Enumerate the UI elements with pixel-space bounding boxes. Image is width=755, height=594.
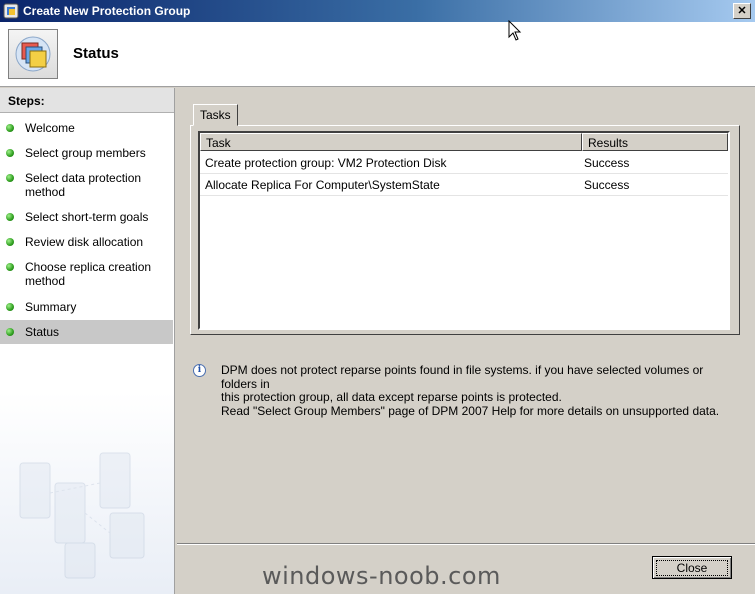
task-cell: Create protection group: VM2 Protection …	[205, 156, 447, 170]
step-choose-replica-creation-method[interactable]: Choose replica creation method	[0, 260, 173, 288]
status-dot-icon	[6, 238, 14, 246]
close-button-label: Close	[655, 559, 729, 576]
table-row[interactable]: Allocate Replica For Computer\SystemStat…	[200, 174, 728, 196]
watermark: windows-noob.com	[262, 562, 501, 590]
servers-illustration-icon	[19, 452, 145, 579]
info-line: this protection group, all data except r…	[221, 390, 562, 404]
step-summary[interactable]: Summary	[0, 300, 173, 314]
step-label: Select group members	[25, 146, 146, 160]
steps-sidebar: Steps: Welcome Select group members Sele…	[0, 88, 175, 594]
window-close-icon[interactable]: ✕	[733, 3, 751, 19]
step-select-group-members[interactable]: Select group members	[0, 146, 173, 160]
protection-group-large-icon	[8, 29, 58, 79]
page-title: Status	[73, 45, 119, 62]
step-label: Select data protection method	[25, 171, 142, 199]
mouse-cursor-icon	[508, 20, 522, 41]
status-dot-icon	[6, 213, 14, 221]
step-welcome[interactable]: Welcome	[0, 121, 173, 135]
step-label: Select short-term goals	[25, 210, 149, 224]
column-header-results[interactable]: Results	[582, 133, 728, 151]
info-line: Read "Select Group Members" page of DPM …	[221, 403, 720, 418]
protection-group-icon	[3, 3, 19, 19]
step-select-short-term-goals[interactable]: Select short-term goals	[0, 210, 173, 224]
step-label: Welcome	[25, 121, 75, 135]
info-icon: i	[193, 364, 206, 377]
step-review-disk-allocation[interactable]: Review disk allocation	[0, 235, 173, 249]
wizard-header: Status	[0, 22, 755, 87]
tasks-table: Task Results Create protection group: VM…	[198, 131, 730, 330]
step-label: Summary	[25, 300, 77, 314]
footer-divider	[177, 543, 755, 545]
status-dot-icon	[6, 303, 14, 311]
status-dot-icon	[6, 328, 14, 336]
status-dot-icon	[6, 263, 14, 271]
info-line: DPM does not protect reparse points foun…	[221, 363, 704, 391]
steps-heading: Steps:	[0, 88, 174, 113]
step-status[interactable]: Status	[0, 320, 173, 344]
step-label: Choose replica creation method	[25, 260, 152, 288]
status-dot-icon	[6, 124, 14, 132]
task-cell: Allocate Replica For Computer\SystemStat…	[205, 178, 440, 192]
status-dot-icon	[6, 149, 14, 157]
step-label: Review disk allocation	[25, 235, 144, 249]
tasks-tab-panel: Task Results Create protection group: VM…	[190, 125, 740, 335]
main-content: Tasks Task Results Create protection gro…	[177, 88, 755, 543]
window-title: Create New Protection Group	[23, 4, 191, 18]
status-dot-icon	[6, 174, 14, 182]
column-header-task[interactable]: Task	[200, 133, 582, 151]
step-select-data-protection-method[interactable]: Select data protection method	[0, 171, 173, 199]
result-cell: Success	[584, 156, 630, 170]
step-label: Status	[25, 325, 60, 339]
title-bar: Create New Protection Group ✕	[0, 0, 755, 22]
info-text: DPM does not protect reparse points foun…	[221, 363, 741, 418]
table-row[interactable]: Create protection group: VM2 Protection …	[200, 152, 728, 174]
result-cell: Success	[584, 178, 630, 192]
tab-tasks[interactable]: Tasks	[193, 104, 238, 126]
close-button[interactable]: Close	[652, 556, 732, 579]
